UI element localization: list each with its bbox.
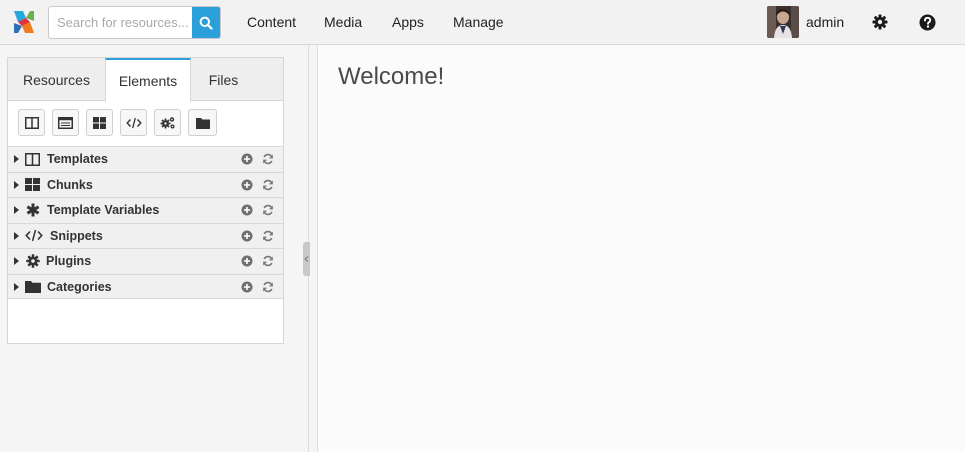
tv-icon: [58, 116, 73, 129]
tree-item-plugins[interactable]: Plugins: [8, 248, 283, 274]
nav-media[interactable]: Media: [324, 0, 362, 44]
add-icon[interactable]: [241, 179, 253, 191]
expand-arrow-icon[interactable]: [14, 282, 19, 291]
tree-item-label: Template Variables: [47, 203, 160, 217]
expand-arrow-icon[interactable]: [14, 180, 19, 189]
tree-item-label: Templates: [47, 152, 108, 166]
main-content: Welcome!: [318, 45, 965, 452]
tree-item-categories[interactable]: Categories: [8, 273, 283, 299]
new-category-button[interactable]: [188, 109, 217, 136]
modx-logo-icon[interactable]: [11, 9, 37, 35]
tree-item-label: Chunks: [47, 177, 93, 192]
tab-resources[interactable]: Resources: [8, 58, 105, 101]
new-plugin-button[interactable]: [154, 109, 181, 136]
nav-manage[interactable]: Manage: [453, 0, 504, 44]
code-icon: [24, 228, 43, 244]
template-icon: [24, 116, 39, 129]
add-icon[interactable]: [241, 153, 253, 165]
gear-icon[interactable]: [871, 13, 889, 31]
search-input[interactable]: [49, 7, 194, 38]
new-template-button[interactable]: [18, 109, 45, 136]
collapse-handle[interactable]: [303, 242, 310, 276]
refresh-icon[interactable]: [262, 230, 274, 242]
cog-icon: [24, 253, 41, 269]
plugin-icon: [160, 116, 174, 128]
top-bar: Content Media Apps Manage admin: [0, 0, 965, 45]
page-title: Welcome!: [338, 63, 445, 90]
left-column: Resources Elements Files Templates Chunk…: [0, 45, 308, 452]
refresh-icon[interactable]: [262, 179, 274, 191]
expand-arrow-icon[interactable]: [14, 206, 19, 214]
category-icon: [195, 117, 210, 129]
chevron-left-icon: [304, 256, 309, 262]
search-box: [48, 6, 221, 39]
tree-item-snippets[interactable]: Snippets: [8, 222, 283, 248]
add-icon[interactable]: [241, 204, 253, 216]
elements-toolbar: [8, 102, 283, 146]
tree-item-label: Plugins: [46, 254, 92, 268]
tree-item-template-variables[interactable]: Template Variables: [8, 197, 283, 223]
tree-item-chunks[interactable]: Chunks: [8, 171, 283, 197]
tree-item-label: Categories: [47, 279, 112, 294]
element-tree: Templates Chunks Template Variables Snip…: [8, 146, 283, 299]
refresh-icon[interactable]: [262, 255, 274, 267]
new-chunk-button[interactable]: [86, 109, 113, 136]
username[interactable]: admin: [806, 0, 844, 44]
tab-files[interactable]: Files: [191, 58, 256, 101]
tree-panel: Resources Elements Files Templates Chunk…: [7, 57, 284, 344]
search-button[interactable]: [192, 7, 220, 38]
expand-arrow-icon[interactable]: [14, 257, 19, 265]
tree-item-templates[interactable]: Templates: [8, 146, 283, 172]
help-icon[interactable]: [918, 13, 936, 31]
add-icon[interactable]: [241, 281, 253, 293]
expand-arrow-icon[interactable]: [14, 155, 19, 163]
add-icon[interactable]: [241, 255, 253, 267]
tab-elements[interactable]: Elements: [105, 58, 191, 102]
add-icon[interactable]: [241, 230, 253, 242]
search-icon: [199, 16, 213, 30]
snippet-icon: [125, 117, 142, 128]
chunk-icon: [93, 116, 106, 129]
folder-icon: [24, 279, 41, 295]
grid-icon: [24, 177, 41, 193]
refresh-icon[interactable]: [262, 281, 274, 293]
panel-splitter[interactable]: [303, 45, 318, 452]
new-tv-button[interactable]: [52, 109, 79, 136]
expand-arrow-icon[interactable]: [14, 231, 19, 240]
nav-apps[interactable]: Apps: [392, 0, 424, 44]
refresh-icon[interactable]: [262, 153, 274, 165]
new-snippet-button[interactable]: [120, 109, 147, 136]
nav-content[interactable]: Content: [247, 0, 296, 44]
refresh-icon[interactable]: [262, 204, 274, 216]
columns-icon: [24, 151, 41, 167]
avatar[interactable]: [767, 6, 799, 38]
asterisk-icon: [24, 202, 41, 218]
tree-tabs: Resources Elements Files: [8, 58, 283, 102]
tree-item-label: Snippets: [50, 228, 103, 243]
